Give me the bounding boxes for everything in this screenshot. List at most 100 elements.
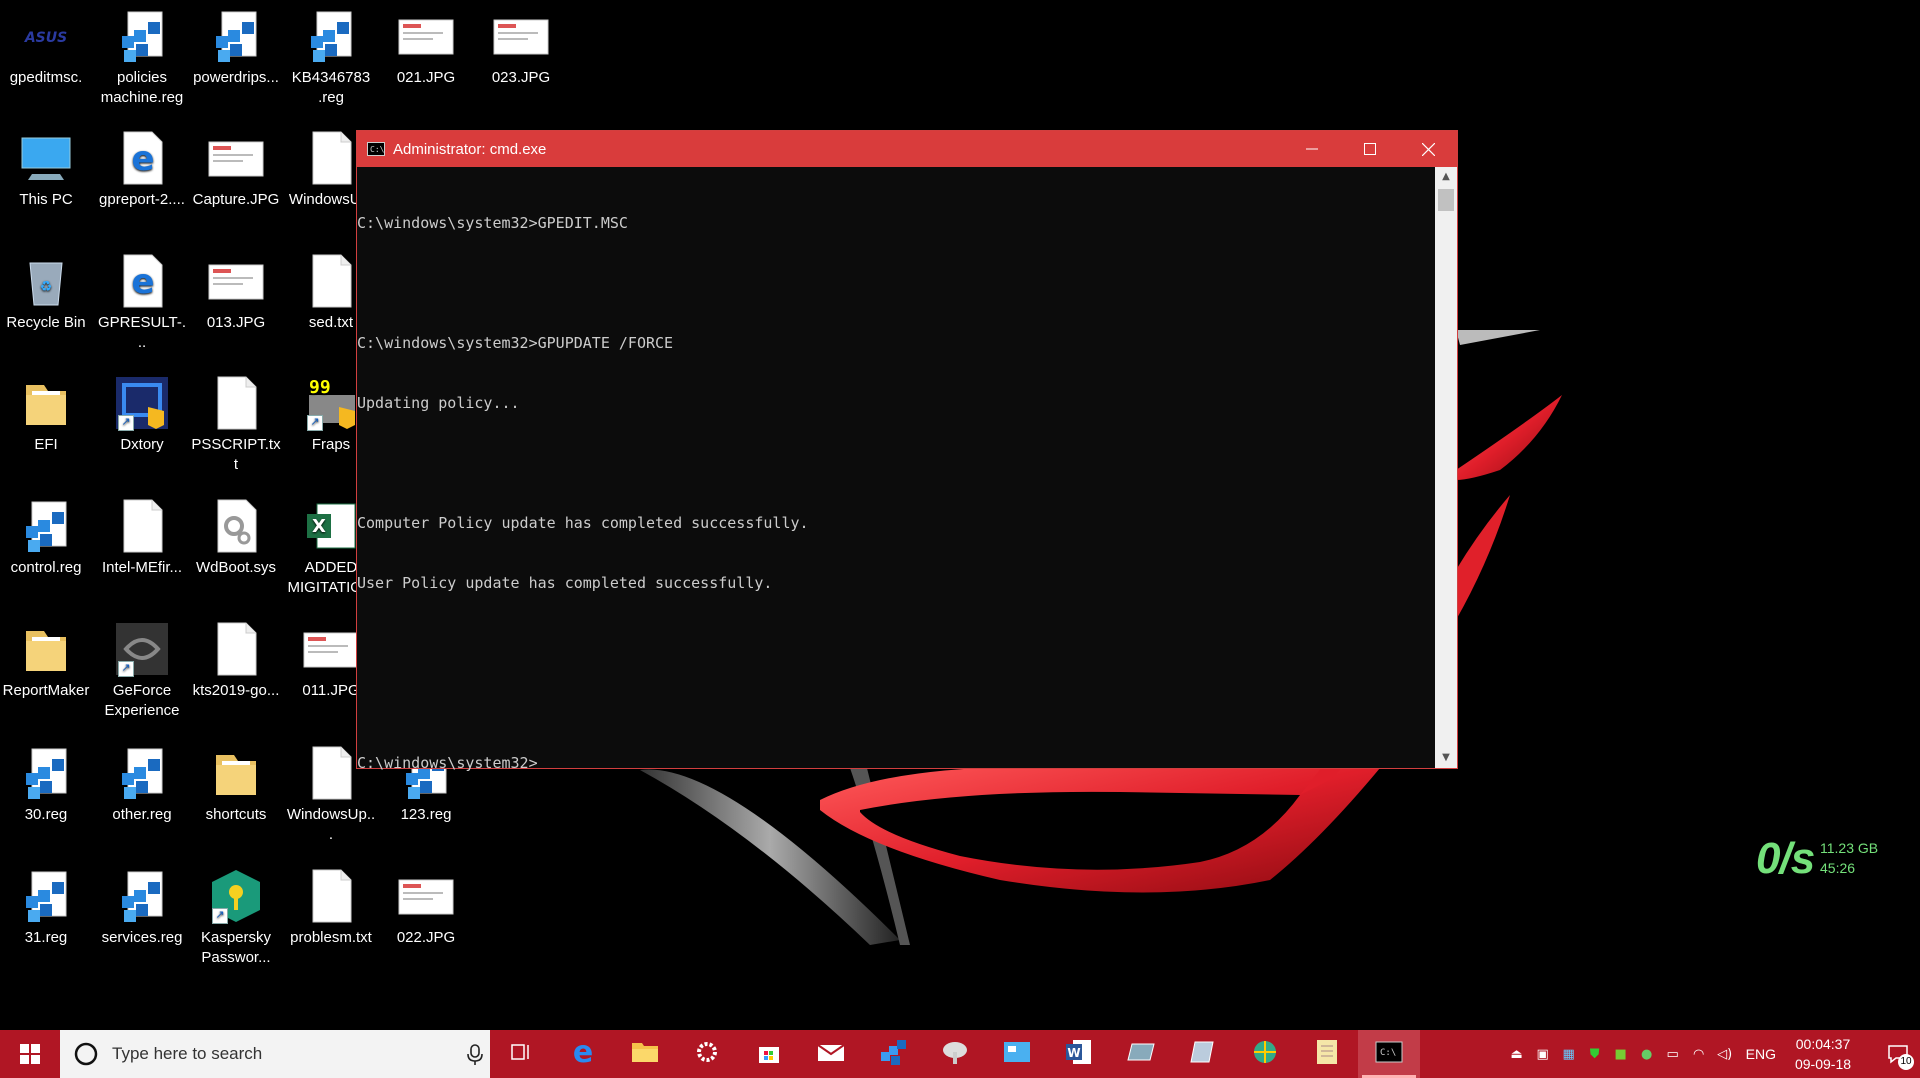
- scrollbar-thumb[interactable]: [1438, 189, 1454, 211]
- shield-icon[interactable]: ⛊: [1582, 1030, 1608, 1078]
- svg-text:e: e: [573, 1037, 593, 1067]
- desktop-icon[interactable]: shortcuts: [190, 745, 282, 825]
- notes-icon: [1315, 1038, 1339, 1071]
- reg-file-icon: [18, 868, 74, 924]
- desktop-icon-label: EFI: [34, 436, 58, 453]
- desktop-icon[interactable]: WdBoot.sys: [190, 498, 282, 578]
- desktop-icon[interactable]: ASUS gpeditmsc.: [0, 8, 92, 88]
- maximize-button[interactable]: [1341, 131, 1399, 167]
- reg-file-icon: [208, 8, 264, 64]
- desktop-icon[interactable]: kts2019-go...: [190, 621, 282, 701]
- svg-text:C:\: C:\: [1380, 1048, 1396, 1058]
- desktop-icon-label: gpreport-2....: [99, 191, 185, 208]
- wifi-icon[interactable]: ◠: [1686, 1030, 1712, 1078]
- cmd-title-bar[interactable]: C:\ Administrator: cmd.exe: [357, 131, 1457, 167]
- action-center-button[interactable]: 10: [1876, 1030, 1920, 1078]
- taskbar-app-mail[interactable]: [800, 1030, 862, 1078]
- taskbar-app-store[interactable]: [738, 1030, 800, 1078]
- people-icon[interactable]: ▣: [1530, 1030, 1556, 1078]
- taskbar-app-notepad-app[interactable]: [1172, 1030, 1234, 1078]
- globe-tray-icon[interactable]: ●: [1634, 1030, 1660, 1078]
- kaspersky-file-icon: ↗: [208, 868, 264, 924]
- desktop-icon[interactable]: e GPRESULT-...: [96, 253, 188, 353]
- desktop-icon-label: Intel-MEfir...: [101, 559, 183, 576]
- network-speed: 0/s: [1756, 834, 1815, 883]
- taskbar-app-regedit[interactable]: [862, 1030, 924, 1078]
- desktop-icon[interactable]: ↗ Dxtory: [96, 375, 188, 455]
- desktop-icon[interactable]: services.reg: [96, 868, 188, 948]
- taskbar-app-network-globe[interactable]: [1234, 1030, 1296, 1078]
- desktop-icon[interactable]: 022.JPG: [380, 868, 472, 948]
- desktop-icon[interactable]: 31.reg: [0, 868, 92, 948]
- sys-file-icon: [208, 498, 264, 554]
- taskbar-app-notes[interactable]: [1296, 1030, 1358, 1078]
- mail-icon: [817, 1041, 845, 1068]
- scroll-down-arrow-icon[interactable]: ▼: [1435, 748, 1457, 768]
- usb-icon[interactable]: ⏏: [1504, 1030, 1530, 1078]
- volume-icon[interactable]: ◁): [1712, 1030, 1738, 1078]
- minimize-icon: [1306, 148, 1318, 150]
- desktop-icon[interactable]: PSSCRIPT.txt: [190, 375, 282, 475]
- cmd-window[interactable]: C:\ Administrator: cmd.exe C:\windows\sy…: [356, 130, 1458, 772]
- desktop-icon[interactable]: ↗ Kaspersky Passwor...: [190, 868, 282, 968]
- console-output[interactable]: C:\windows\system32>GPEDIT.MSC C:\window…: [357, 167, 1435, 772]
- network-globe-icon: [1250, 1038, 1280, 1071]
- desktop-icon[interactable]: EFI: [0, 375, 92, 455]
- edge-icon: e: [568, 1035, 598, 1072]
- desktop-icon[interactable]: problesm.txt: [285, 868, 377, 948]
- desktop-icon[interactable]: other.reg: [96, 745, 188, 825]
- network-time: 45:26: [1820, 860, 1856, 876]
- desktop-icon[interactable]: e gpreport-2....: [96, 130, 188, 210]
- taskbar-app-word[interactable]: W: [1048, 1030, 1110, 1078]
- geforce-file-icon: ↗: [114, 621, 170, 677]
- taskbar-app-settings[interactable]: [676, 1030, 738, 1078]
- desktop-icon[interactable]: ♻ Recycle Bin: [0, 253, 92, 333]
- photos-icon: [1126, 1040, 1156, 1069]
- desktop-icon[interactable]: 021.JPG: [380, 8, 472, 88]
- desktop-icon[interactable]: KB4346783 .reg: [285, 8, 377, 108]
- svg-text:99: 99: [309, 377, 331, 398]
- console-scrollbar[interactable]: ▲ ▼: [1435, 167, 1457, 768]
- taskbar-app-task-view[interactable]: [490, 1030, 552, 1078]
- console-line: Computer Policy update has completed suc…: [357, 514, 809, 532]
- desktop-icon[interactable]: 30.reg: [0, 745, 92, 825]
- desktop-icon[interactable]: Intel-MEfir...: [96, 498, 188, 578]
- taskbar-app-cmd[interactable]: C:\: [1358, 1030, 1420, 1078]
- desktop-icon[interactable]: control.reg: [0, 498, 92, 578]
- desktop-icon-label: 022.JPG: [396, 929, 456, 946]
- tray-app-blue-icon[interactable]: ▦: [1556, 1030, 1582, 1078]
- jpg-file-icon: [398, 868, 454, 924]
- taskbar-search-box[interactable]: Type here to search: [60, 1030, 490, 1078]
- desktop-icon[interactable]: ReportMaker: [0, 621, 92, 701]
- svg-text:e: e: [131, 139, 154, 179]
- nvidia-icon[interactable]: ■: [1608, 1030, 1634, 1078]
- battery-icon[interactable]: ▭: [1660, 1030, 1686, 1078]
- desktop-icon[interactable]: Capture.JPG: [190, 130, 282, 210]
- notepad-app-icon: [1189, 1038, 1217, 1071]
- taskbar-app-control-panel[interactable]: [986, 1030, 1048, 1078]
- cortana-circle-icon: [74, 1042, 98, 1066]
- minimize-button[interactable]: [1283, 131, 1341, 167]
- scroll-up-arrow-icon[interactable]: ▲: [1435, 167, 1457, 187]
- store-icon: [756, 1039, 782, 1070]
- taskbar-app-file-explorer[interactable]: [614, 1030, 676, 1078]
- taskbar-app-paint-3d[interactable]: [924, 1030, 986, 1078]
- dxtory-file-icon: ↗: [114, 375, 170, 431]
- taskbar-clock[interactable]: 00:04:37 09-09-18: [1786, 1034, 1860, 1074]
- desktop-icon[interactable]: powerdrips...: [190, 8, 282, 88]
- input-language[interactable]: ENG: [1746, 1046, 1776, 1062]
- desktop-icon[interactable]: 013.JPG: [190, 253, 282, 333]
- microphone-icon[interactable]: [460, 1042, 490, 1066]
- doc-file-icon: [208, 621, 264, 677]
- desktop-icon[interactable]: policies machine.reg: [96, 8, 188, 108]
- taskbar-app-photos[interactable]: [1110, 1030, 1172, 1078]
- network-info: 11.23 GB 45:26: [1820, 838, 1878, 878]
- desktop-icon[interactable]: ↗ GeForce Experience: [96, 621, 188, 721]
- taskbar-app-edge[interactable]: e: [552, 1030, 614, 1078]
- desktop-icon[interactable]: 023.JPG: [475, 8, 567, 88]
- console-prompt[interactable]: C:\windows\system32>: [357, 753, 1435, 773]
- start-button[interactable]: [0, 1030, 60, 1078]
- close-button[interactable]: [1399, 131, 1457, 167]
- desktop-icon[interactable]: This PC: [0, 130, 92, 210]
